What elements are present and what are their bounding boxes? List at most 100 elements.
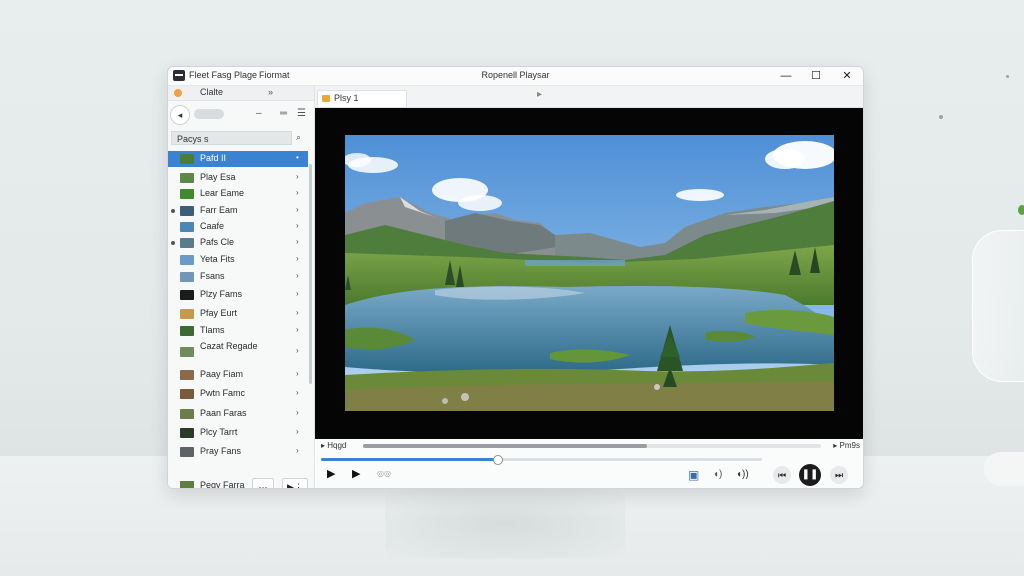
close-button[interactable]: ✕ — [832, 67, 862, 85]
monitor-stand — [385, 488, 625, 558]
main-panel: Plsy 1 ▸ ▸ Hqgd ▸ Pm9s ▶ ▶ ◎◎ ▣ ◖) ◖)) ⏮… — [315, 86, 863, 488]
playlist-item[interactable]: Pwtn Famc › — [168, 386, 308, 402]
playlist-item-thumbnail — [180, 481, 194, 488]
playlist-item-label: Plcy Tarrt — [200, 427, 238, 437]
playlist-item[interactable]: Farr Eam › — [168, 203, 308, 219]
playlist-item-thumbnail — [180, 238, 194, 248]
chevron-right-icon[interactable]: › — [296, 427, 299, 436]
seek-handle[interactable] — [493, 455, 504, 465]
playlist-item[interactable]: Lear Eame › — [168, 186, 308, 202]
playlist-item[interactable]: Play Esa › — [168, 170, 308, 186]
next-button[interactable]: ⏭ — [830, 466, 848, 484]
playlist-item-label: Yeta Fits — [200, 254, 235, 264]
next-frame-icon[interactable]: ▶ — [352, 467, 360, 480]
playlist-item[interactable]: Pfay Eurt › — [168, 306, 308, 322]
chevron-right-icon[interactable]: › — [296, 188, 299, 197]
chevron-right-icon[interactable]: › — [296, 205, 299, 214]
compact-list-icon[interactable]: ═ — [280, 108, 287, 119]
playlist-item-thumbnail — [180, 154, 194, 164]
menu-page[interactable]: Plage — [234, 70, 257, 80]
playlist-item-label: Caafe — [200, 221, 225, 231]
buffer-bar[interactable] — [363, 444, 821, 448]
chevron-right-icon[interactable]: › — [296, 346, 299, 355]
play-queue-button[interactable]: ▶⋮ — [282, 478, 308, 488]
pin-icon[interactable]: ⌕ — [296, 132, 301, 143]
tab-playlist-1[interactable]: Plsy 1 — [317, 90, 407, 107]
playlist-search-input[interactable]: Pacys s — [171, 131, 292, 145]
chevron-right-icon[interactable]: › — [296, 388, 299, 397]
minimize-button[interactable]: — — [771, 67, 801, 85]
chevron-right-icon[interactable]: › — [296, 308, 299, 317]
back-button[interactable]: ◂ — [170, 105, 190, 125]
chevron-right-icon[interactable]: › — [296, 325, 299, 334]
playlist-item[interactable]: Plzy Fams › — [168, 287, 308, 303]
playlist-item[interactable]: Caafe › — [168, 219, 308, 235]
menu-file[interactable]: Fleet Fasg — [189, 70, 232, 80]
chevron-right-icon[interactable]: › — [296, 172, 299, 181]
chevron-right-icon[interactable]: › — [296, 446, 299, 455]
tab-arrow-icon[interactable]: ▸ — [537, 89, 542, 100]
playlist-item-thumbnail — [180, 222, 194, 232]
bullet-icon — [171, 209, 175, 213]
playlist-item[interactable]: Pafs Cle › — [168, 235, 308, 251]
playlist-item[interactable]: Yeta Fits › — [168, 252, 308, 268]
previous-button[interactable]: ⏮ — [773, 466, 791, 484]
volume-low-icon[interactable]: ◖) — [713, 469, 722, 480]
pause-button[interactable]: ❚❚ — [799, 464, 821, 486]
sidebar-header: Clalte » — [168, 86, 314, 101]
title-bar: Fleet Fasg Plage Fiormat Ropenell Playsa… — [168, 67, 863, 86]
chevron-right-icon[interactable]: › — [296, 254, 299, 263]
chevron-right-icon[interactable]: › — [296, 271, 299, 280]
list-icon[interactable]: ☰ — [297, 108, 306, 119]
record-icon[interactable] — [174, 89, 182, 97]
plant-leaf — [1018, 205, 1024, 215]
playlist-item-label: Pray Fans — [200, 446, 242, 456]
chevron-right-icon[interactable]: • — [296, 153, 299, 162]
playlist-item-label: Pwtn Famc — [200, 388, 246, 398]
minus-icon[interactable]: – — [256, 108, 262, 119]
playlist-item-thumbnail — [180, 409, 194, 419]
playback-controls: ▸ Hqgd ▸ Pm9s ▶ ▶ ◎◎ ▣ ◖) ◖)) ⏮ ❚❚ ⏭ — [315, 439, 863, 488]
tab-bar: Plsy 1 ▸ — [315, 86, 863, 108]
playlist-item[interactable]: Pafd II • — [168, 151, 308, 167]
playlist-item[interactable]: Pray Fans › — [168, 444, 308, 460]
speed-icon[interactable]: ◎◎ — [377, 469, 391, 478]
elapsed-time: ▸ Hqgd — [321, 441, 347, 450]
seek-bar[interactable] — [321, 455, 762, 465]
lamp-glass — [972, 230, 1024, 382]
subtitles-icon[interactable]: ▣ — [688, 468, 699, 482]
forward-icon[interactable]: » — [268, 87, 273, 97]
more-button[interactable]: ··· — [252, 478, 274, 488]
total-time: ▸ Pm9s — [833, 441, 860, 450]
app-icon — [173, 70, 185, 81]
total-time-text: Pm9s — [839, 441, 860, 450]
maximize-button[interactable]: ☐ — [801, 67, 831, 85]
seek-bar-fill — [321, 458, 498, 461]
volume-high-icon[interactable]: ◖)) — [736, 469, 749, 480]
playlist-item[interactable]: Paay Fiam › — [168, 367, 308, 383]
video-viewport[interactable] — [315, 108, 863, 439]
playlist-item-label: Fsans — [200, 271, 225, 281]
toggle-pill[interactable] — [194, 109, 224, 119]
playlist-item[interactable]: Fsans › — [168, 269, 308, 285]
wall-dot — [1006, 75, 1009, 78]
chevron-right-icon[interactable]: › — [296, 408, 299, 417]
playlist-item-thumbnail — [180, 173, 194, 183]
video-frame-landscape — [345, 135, 834, 411]
chevron-right-icon[interactable]: › — [296, 289, 299, 298]
chevron-right-icon[interactable]: › — [296, 221, 299, 230]
playlist-item-label[interactable]: Pegy Farra — [200, 480, 245, 488]
playlist-item[interactable]: Cazat Regade › — [168, 341, 308, 363]
chevron-right-icon[interactable]: › — [296, 237, 299, 246]
chevron-right-icon[interactable]: › — [296, 369, 299, 378]
playlist-scrollbar[interactable] — [309, 164, 312, 384]
folder-icon — [322, 95, 330, 102]
playlist-item[interactable]: Tlams › — [168, 323, 308, 339]
play-icon[interactable]: ▶ — [327, 467, 335, 480]
menu-format[interactable]: Fiormat — [259, 70, 290, 80]
playlist-item[interactable]: Plcy Tarrt › — [168, 425, 308, 441]
media-player-window: Fleet Fasg Plage Fiormat Ropenell Playsa… — [167, 66, 864, 489]
playlist-item[interactable]: Paan Faras › — [168, 406, 308, 422]
playlist-item-thumbnail — [180, 347, 194, 357]
elapsed-time-text: Hqgd — [327, 441, 347, 450]
